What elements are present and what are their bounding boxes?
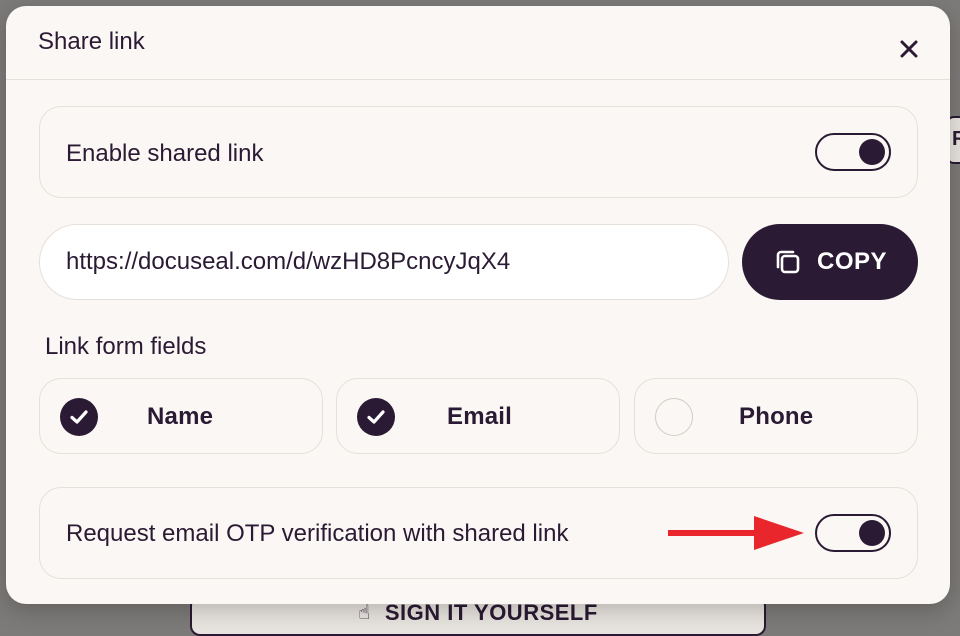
arrow-right-icon [668, 516, 804, 550]
background-button-letter: R [952, 128, 960, 150]
field-option-label: Phone [739, 403, 814, 430]
name-checkbox[interactable] [60, 398, 98, 436]
close-icon [900, 40, 918, 58]
copy-icon [776, 250, 800, 274]
email-checkbox[interactable] [357, 398, 395, 436]
enable-shared-link-card: Enable shared link [39, 106, 918, 198]
phone-checkbox[interactable] [655, 398, 693, 436]
copy-button[interactable]: COPY [742, 224, 918, 300]
shared-link-url-input[interactable] [39, 224, 729, 300]
copy-button-label: COPY [816, 248, 887, 275]
field-option-email[interactable]: Email [336, 378, 620, 454]
share-link-modal: Share link Enable shared link COPY Link … [6, 6, 950, 604]
check-icon [367, 410, 385, 424]
field-option-phone[interactable]: Phone [634, 378, 918, 454]
enable-shared-link-label: Enable shared link [66, 140, 264, 167]
toggle-knob [859, 139, 885, 165]
link-form-fields-label: Link form fields [45, 333, 207, 360]
toggle-knob [859, 520, 885, 546]
field-option-name[interactable]: Name [39, 378, 323, 454]
field-option-label: Email [447, 403, 513, 430]
modal-header: Share link [6, 6, 950, 80]
check-icon [70, 410, 88, 424]
email-otp-label: Request email OTP verification with shar… [66, 520, 569, 547]
email-otp-toggle[interactable] [815, 514, 891, 552]
field-option-label: Name [147, 403, 214, 430]
close-button[interactable] [894, 34, 924, 64]
modal-title: Share link [38, 28, 145, 55]
enable-shared-link-toggle[interactable] [815, 133, 891, 171]
